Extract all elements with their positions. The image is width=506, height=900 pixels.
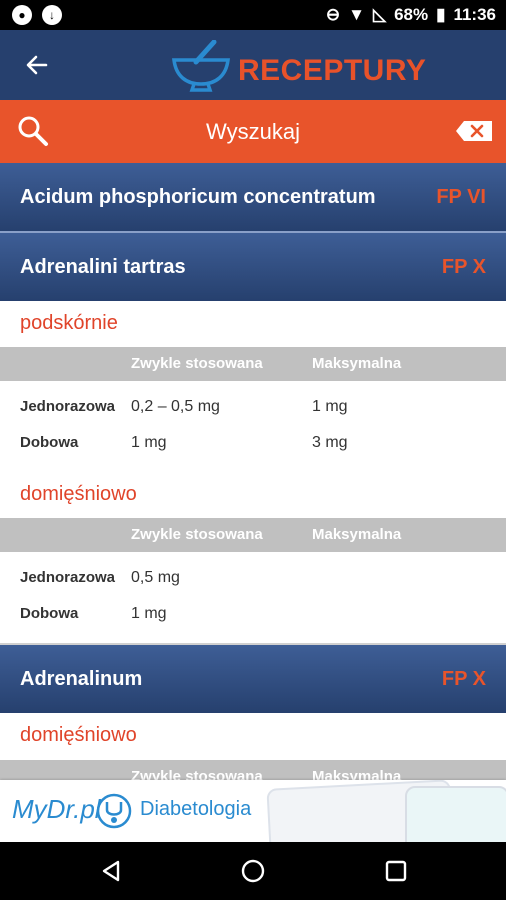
arrow-left-icon [26, 55, 48, 75]
square-recents-icon [385, 860, 407, 882]
dose-usual: 1 mg [131, 605, 167, 622]
app-bar: RECEPTURY [0, 30, 506, 100]
nav-home-button[interactable] [238, 856, 268, 886]
clock: 11:36 [453, 5, 496, 24]
route-label: domięśniowo [20, 724, 137, 746]
nav-recents-button[interactable] [381, 856, 411, 886]
search-label[interactable]: Wyszukaj [0, 100, 506, 163]
nav-back-button[interactable] [96, 856, 126, 886]
pharmacopoeia-badge: FP VI [436, 186, 486, 208]
ad-banner[interactable]: MyDr.pl Diabetologia [0, 780, 506, 842]
download-icon: ↓ [42, 5, 62, 25]
signal-icon: ◺ [372, 5, 387, 24]
dose-table-header: Zwykle stosowana Maksymalna [0, 347, 506, 381]
stethoscope-icon [96, 793, 132, 829]
ad-phone-image [405, 786, 506, 842]
drug-name: Adrenalini tartras [20, 256, 186, 278]
route-label: podskórnie [20, 312, 118, 334]
battery-percent: 68% [394, 5, 429, 24]
dose-max: 3 mg [312, 434, 348, 451]
table-row: Jednorazowa 0,5 mg [0, 563, 506, 593]
column-header-max: Maksymalna [312, 526, 402, 543]
ad-title: Diabetologia [140, 798, 252, 820]
ad-brand: MyDr.pl [12, 794, 101, 824]
circle-home-icon [241, 859, 265, 883]
column-header-usual: Zwykle stosowana [131, 526, 263, 543]
battery-icon: ▮ [436, 5, 446, 24]
dose-label: Jednorazowa [20, 398, 116, 415]
mortar-pestle-icon [172, 40, 230, 92]
triangle-back-icon [102, 860, 120, 882]
dose-max: 1 mg [312, 398, 348, 415]
list-item-header[interactable]: Acidum phosphoricum concentratum FP VI [0, 163, 506, 231]
notification-icon: ● [12, 5, 32, 25]
column-header-usual: Zwykle stosowana [131, 355, 263, 372]
dose-table-header: Zwykle stosowana Maksymalna [0, 518, 506, 552]
dose-usual: 0,5 mg [131, 569, 180, 586]
table-row: Jednorazowa 0,2 – 0,5 mg 1 mg [0, 392, 506, 422]
route-label: domięśniowo [20, 483, 137, 505]
app-logo: RECEPTURY [172, 36, 426, 96]
dose-usual: 1 mg [131, 434, 167, 451]
app-title: RECEPTURY [238, 54, 427, 87]
back-button[interactable] [20, 48, 54, 82]
clear-icon[interactable] [456, 121, 492, 141]
list-item-header[interactable]: Adrenalinum FP X [0, 645, 506, 713]
wifi-icon: ▼ [348, 5, 365, 24]
pharmacopoeia-badge: FP X [441, 256, 486, 278]
table-row: Dobowa 1 mg 3 mg [0, 428, 506, 458]
status-bar: ● ↓ ⊖ ▼ ◺ 68% ▮ 11:36 [0, 0, 506, 30]
column-header-max: Maksymalna [312, 355, 402, 372]
table-row: Dobowa 1 mg [0, 599, 506, 629]
navigation-bar [0, 842, 506, 900]
dose-label: Jednorazowa [20, 569, 116, 586]
search-bar[interactable]: Wyszukaj [0, 100, 506, 163]
list-item-header[interactable]: Adrenalini tartras FP X [0, 233, 506, 301]
sync-icon: ⊖ [325, 5, 341, 24]
dose-usual: 0,2 – 0,5 mg [131, 398, 220, 415]
dose-label: Dobowa [20, 434, 79, 451]
drug-name: Acidum phosphoricum concentratum [20, 186, 376, 208]
dose-label: Dobowa [20, 605, 79, 622]
pharmacopoeia-badge: FP X [441, 668, 486, 690]
drug-name: Adrenalinum [20, 668, 143, 690]
